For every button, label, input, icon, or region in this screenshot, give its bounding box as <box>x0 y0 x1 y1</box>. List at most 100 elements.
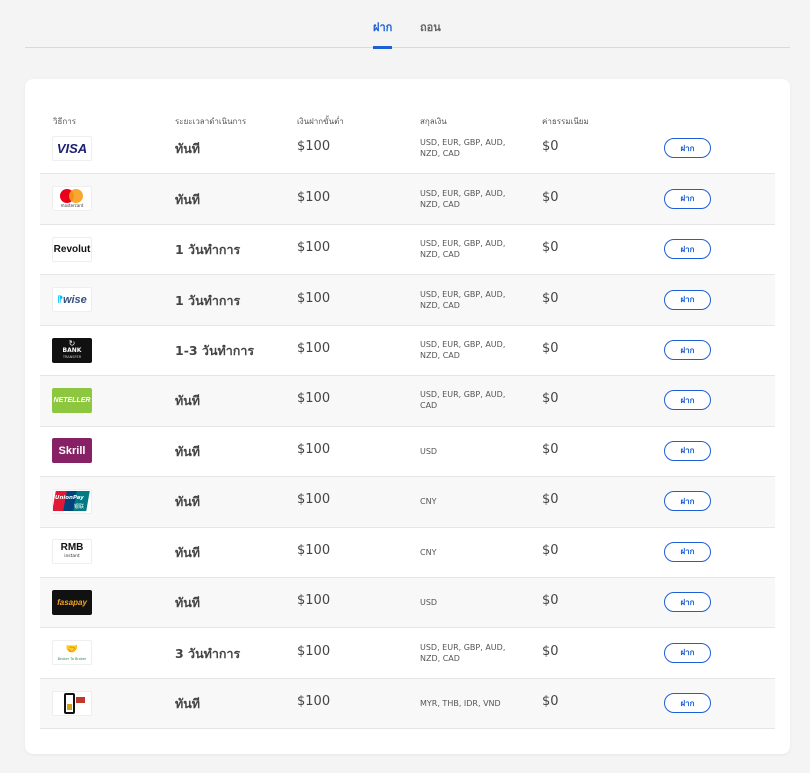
currencies: CNY <box>420 547 437 557</box>
mobile-banking-logo <box>52 690 92 716</box>
table-row: Revolut 1 วันทำการ $100 USD, EUR, GBP, AUD,… <box>40 225 775 276</box>
table-row: ⁋ wise 1 วันทำการ $100 USD, EUR, GBP, AUD, N… <box>40 275 775 326</box>
currencies: USD, EUR, GBP, AUD, NZD, CAD <box>420 289 506 310</box>
processing-time: 1 วันทำการ <box>175 292 241 308</box>
min-deposit: $100 <box>297 189 331 205</box>
table-row: UnionPay 银联 ทันที $100 CNY $0 ฝาก <box>40 477 775 528</box>
logo-text: fasapay <box>57 597 87 607</box>
fee: $0 <box>542 643 559 659</box>
wise-logo: ⁋ wise <box>52 287 92 313</box>
table-row: NETELLER ทันที $100 USD, EUR, GBP, AUD, CAD… <box>40 376 775 427</box>
broker-to-broker-logo: 🤝 Broker To Broker <box>52 640 92 666</box>
deposit-button[interactable]: ฝาก <box>664 188 711 209</box>
processing-time: ทันที <box>175 696 201 712</box>
logo-text: Skrill <box>58 444 86 457</box>
logo-text: VISA <box>56 140 88 156</box>
deposit-button[interactable]: ฝาก <box>664 541 711 562</box>
deposit-button[interactable]: ฝาก <box>664 390 711 411</box>
deposit-button[interactable]: ฝาก <box>664 440 711 461</box>
fasapay-logo: fasapay <box>52 589 92 615</box>
currencies: USD, EUR, GBP, AUD, CAD <box>420 390 506 411</box>
table-row: ทันที $100 MYR, THB, IDR, VND $0 ฝาก <box>40 678 775 730</box>
table-row: fasapay ทันที $100 USD $0 ฝาก <box>40 578 775 629</box>
mastercard-logo: mastercard <box>52 186 92 212</box>
fee: $0 <box>542 542 559 558</box>
processing-time: ทันที <box>175 443 201 459</box>
logo-text: wise <box>62 293 87 306</box>
logo-subtext: instant <box>64 553 80 559</box>
processing-time: ทันที <box>175 595 201 611</box>
fee: $0 <box>542 391 559 407</box>
processing-time: ทันที <box>175 544 201 560</box>
deposit-button[interactable]: ฝาก <box>664 340 711 361</box>
fee: $0 <box>542 593 559 609</box>
currencies: USD, EUR, GBP, AUD, NZD, CAD <box>420 340 506 361</box>
fee: $0 <box>542 341 559 357</box>
fee: $0 <box>542 240 559 256</box>
currencies: USD, EUR, GBP, AUD, NZD, CAD <box>420 642 506 663</box>
processing-time: 1 วันทำการ <box>175 242 241 258</box>
unionpay-logo: UnionPay 银联 <box>52 488 92 514</box>
currencies: USD <box>420 598 438 608</box>
deposit-button[interactable]: ฝาก <box>664 491 711 512</box>
skrill-logo: Skrill <box>52 438 92 464</box>
tab-bar: ฝาก ถอน <box>25 0 790 49</box>
processing-time: ทันที <box>175 191 201 207</box>
processing-time: 3 วันทำการ <box>175 645 241 661</box>
fee: $0 <box>542 441 559 457</box>
min-deposit: $100 <box>297 139 331 155</box>
fee: $0 <box>542 694 559 710</box>
logo-text: Broker To Broker <box>57 656 87 661</box>
currencies: MYR, THB, IDR, VND <box>420 699 501 709</box>
logo-text: UnionPay <box>55 495 84 502</box>
min-deposit: $100 <box>297 694 331 710</box>
currencies: USD, EUR, GBP, AUD, NZD, CAD <box>420 188 506 209</box>
fee: $0 <box>542 139 559 155</box>
currencies: USD, EUR, GBP, AUD, NZD, CAD <box>420 239 506 260</box>
currencies: USD, EUR, GBP, AUD, NZD, CAD <box>420 138 506 159</box>
logo-text: RMB <box>60 541 84 553</box>
tab-withdraw[interactable]: ถอน <box>420 18 441 48</box>
min-deposit: $100 <box>297 391 331 407</box>
processing-time: ทันที <box>175 393 201 409</box>
min-deposit: $100 <box>297 341 331 357</box>
min-deposit: $100 <box>297 240 331 256</box>
min-deposit: $100 <box>297 492 331 508</box>
table-row: 🤝 Broker To Broker 3 วันทำการ $100 USD, EUR,… <box>40 629 775 679</box>
logo-text: NETELLER <box>53 396 91 404</box>
processing-time: ทันที <box>175 494 201 510</box>
payment-methods-card: วิธีการ ระยะเวลาดำเนินการ เงินฝากขั้นต่ำ… <box>25 79 790 754</box>
deposit-button[interactable]: ฝาก <box>664 693 711 714</box>
logo-text: Revolut <box>53 243 91 255</box>
revolut-logo: Revolut <box>52 236 92 262</box>
deposit-button[interactable]: ฝาก <box>664 138 711 159</box>
logo-subtext: TRANSFER <box>62 354 82 359</box>
bank-transfer-logo: ↻ BANK TRANSFER <box>52 337 92 363</box>
table-row: ↻ BANK TRANSFER 1-3 วันทำการ $100 USD, EUR, G… <box>40 326 775 377</box>
deposit-button[interactable]: ฝาก <box>664 289 711 310</box>
min-deposit: $100 <box>297 643 331 659</box>
currencies: CNY <box>420 497 437 507</box>
min-deposit: $100 <box>297 593 331 609</box>
neteller-logo: NETELLER <box>52 387 92 413</box>
table-row: RMB instant ทันที $100 CNY $0 ฝาก <box>40 528 775 578</box>
fee: $0 <box>542 492 559 508</box>
deposit-button[interactable]: ฝาก <box>664 592 711 613</box>
visa-logo: VISA <box>52 135 92 161</box>
rmb-instant-logo: RMB instant <box>52 539 92 565</box>
processing-time: 1-3 วันทำการ <box>175 343 255 359</box>
table-row: VISA ทันที $100 USD, EUR, GBP, AUD, NZD, CA… <box>40 124 775 175</box>
logo-text: mastercard <box>60 202 84 208</box>
table-row: mastercard ทันที $100 USD, EUR, GBP, AUD, N… <box>40 174 775 225</box>
logo-text: BANK <box>62 346 82 354</box>
min-deposit: $100 <box>297 441 331 457</box>
fee: $0 <box>542 189 559 205</box>
tab-deposit[interactable]: ฝาก <box>373 18 393 49</box>
deposit-button[interactable]: ฝาก <box>664 239 711 260</box>
min-deposit: $100 <box>297 542 331 558</box>
processing-time: ทันที <box>175 141 201 157</box>
deposit-button[interactable]: ฝาก <box>664 642 711 663</box>
fee: $0 <box>542 290 559 306</box>
logo-subtext: 银联 <box>74 504 85 511</box>
table-row: Skrill ทันที $100 USD $0 ฝาก <box>40 427 775 478</box>
